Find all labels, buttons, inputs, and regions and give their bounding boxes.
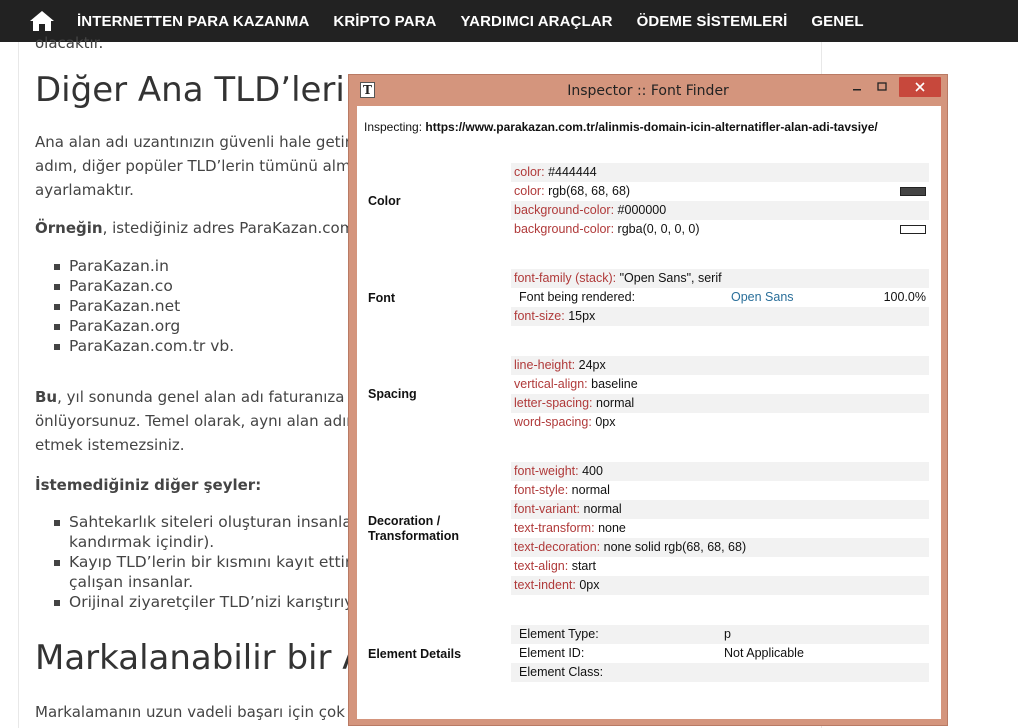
property-row: font-style: normal [514, 483, 610, 497]
rendered-font-name[interactable]: Open Sans [731, 288, 794, 307]
article-text-fragment: olacaktır. [35, 34, 104, 52]
nav-item-odeme-sistemleri[interactable]: ÖDEME SİSTEMLERİ [637, 13, 788, 30]
property-row: text-align: start [514, 559, 596, 573]
inspecting-label: Inspecting: [364, 120, 423, 134]
nav-item-kripto-para[interactable]: KRİPTO PARA [333, 13, 436, 30]
section-label-element-details: Element Details [368, 647, 462, 661]
list-item: ParaKazan.com.tr vb. [53, 337, 235, 355]
property-row: text-decoration: none solid rgb(68, 68, … [511, 538, 929, 557]
paragraph-text: , yıl sonunda genel alan adı faturanıza … [57, 388, 382, 406]
element-detail-row: Element Type: p [511, 625, 929, 644]
element-detail-row: Element ID: Not Applicable [519, 646, 804, 660]
property-row: font-weight: 400 [511, 462, 929, 481]
section-label-font: Font [368, 291, 396, 305]
list-item: Kayıp TLD’lerin bir kısmını kayıt ettire… [54, 553, 367, 591]
nav-item-internetten-para-kazanma[interactable]: İNTERNETTEN PARA KAZANMA [77, 13, 309, 30]
close-button[interactable] [899, 77, 941, 97]
list-item: ParaKazan.co [53, 276, 234, 296]
element-detail-rows: Element Type: p Element ID: Not Applicable… [511, 625, 929, 682]
nav-item-genel[interactable]: GENEL [811, 13, 863, 30]
property-row: line-height: 24px [511, 356, 929, 375]
decoration-rows: font-weight: 400 font-style: normal font… [511, 462, 929, 595]
section-label-color: Color [368, 194, 401, 208]
paragraph-bold-text: İstemediğiniz diğer şeyler: [35, 476, 262, 494]
list-item: ParaKazan.in [53, 256, 234, 276]
list-item: Orijinal ziyaretçiler TLD’nizi karıştırı… [54, 592, 367, 612]
section-label-decoration: Decoration / Transformation [368, 514, 459, 543]
paragraph-bold-text: Örneğin [35, 219, 103, 237]
property-row: font-variant: normal [511, 500, 929, 519]
element-detail-row: Element Class: [511, 663, 929, 682]
color-rows: color: #444444 color: rgb(68, 68, 68) ba… [511, 163, 929, 239]
property-row: word-spacing: 0px [514, 415, 616, 429]
property-row: background-color: #000000 [511, 201, 929, 220]
property-row: color: rgb(68, 68, 68) [511, 182, 929, 201]
paragraph-text: , istediğiniz adres ParaKazan.com ise [102, 219, 381, 237]
paragraph-bold-text: Bu [35, 388, 58, 406]
background-swatch [900, 225, 926, 234]
inspecting-url: https://www.parakazan.com.tr/alinmis-dom… [425, 120, 878, 134]
window-titlebar[interactable]: T Inspector :: Font Finder [349, 75, 947, 105]
minimize-button[interactable] [846, 77, 868, 97]
inspector-panel: Inspecting: https://www.parakazan.com.tr… [357, 106, 941, 719]
rendered-font-percent: 100.0% [883, 290, 926, 304]
tld-list: ParaKazan.in ParaKazan.co ParaKazan.net … [53, 256, 235, 356]
section-label-spacing: Spacing [368, 387, 417, 401]
inspecting-line: Inspecting: https://www.parakazan.com.tr… [364, 120, 878, 134]
property-row: text-indent: 0px [511, 576, 929, 595]
maximize-button[interactable] [871, 77, 893, 97]
property-row: font-family (stack): "Open Sans", serif [511, 269, 929, 288]
nav-item-yardimci-araclar[interactable]: YARDIMCI ARAÇLAR [460, 13, 612, 30]
close-icon [915, 82, 925, 92]
home-icon[interactable] [29, 8, 55, 34]
list-item: Sahtekarlık siteleri oluşturan insanlar k… [54, 512, 367, 552]
font-rendered-row: Font being rendered: Open Sans 100.0% [511, 288, 929, 307]
list-item: ParaKazan.net [53, 296, 234, 316]
property-row: color: #444444 [511, 163, 929, 182]
property-row: letter-spacing: normal [511, 394, 929, 413]
inspector-window: T Inspector :: Font Finder Inspecting: h… [348, 74, 948, 726]
property-row: vertical-align: baseline [514, 377, 638, 391]
top-navigation-bar: İNTERNETTEN PARA KAZANMA KRİPTO PARA YAR… [0, 0, 1018, 42]
section-heading: Diğer Ana TLD’leri d [35, 70, 378, 110]
section-heading: Markalanabilir bir A [35, 638, 366, 678]
font-rows: font-family (stack): "Open Sans", serif … [511, 269, 929, 326]
property-row: text-transform: none [514, 521, 626, 535]
color-swatch [900, 187, 926, 196]
unwanted-list: Sahtekarlık siteleri oluşturan insanlar k… [54, 512, 367, 612]
list-item: ParaKazan.org [53, 316, 234, 336]
spacing-rows: line-height: 24px vertical-align: baseli… [511, 356, 929, 432]
property-row: background-color: rgba(0, 0, 0, 0) [511, 220, 929, 239]
property-row: font-size: 15px [511, 307, 929, 326]
